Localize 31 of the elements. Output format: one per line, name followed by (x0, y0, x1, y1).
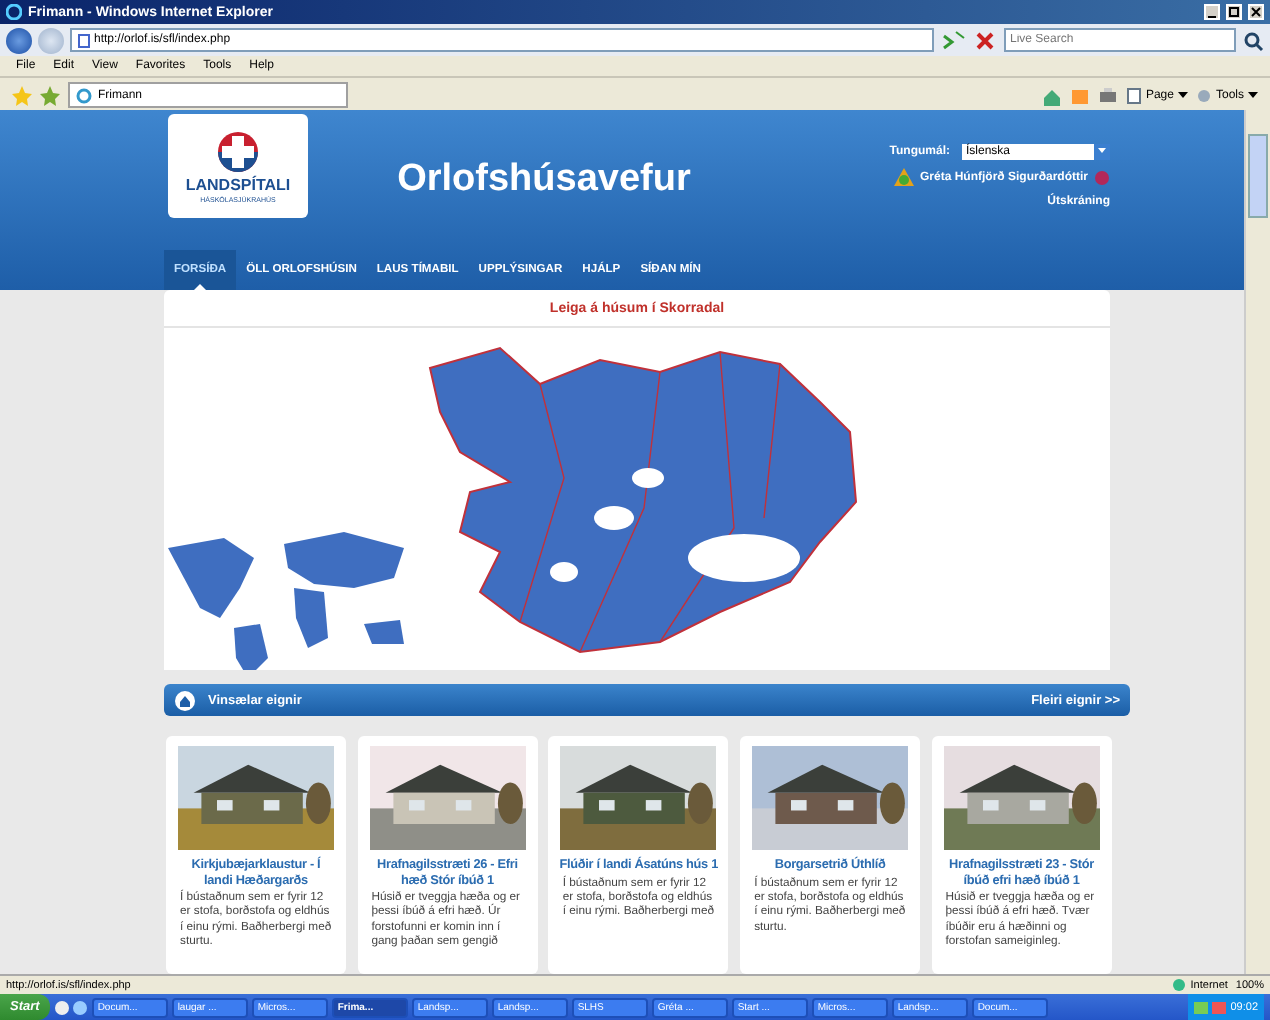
ie-logo-icon (6, 4, 22, 20)
home-icon (174, 689, 196, 711)
logo-name: LANDSPÍTALI (185, 175, 291, 193)
scrollbar[interactable] (1244, 110, 1270, 974)
caret-icon (1177, 90, 1188, 100)
gear-icon (1195, 87, 1212, 103)
close-icon (1250, 6, 1262, 18)
maximize-button[interactable] (1226, 4, 1242, 20)
site-title: Orlofshúsavefur (395, 156, 693, 204)
home-icon[interactable] (1041, 85, 1062, 105)
star-icon[interactable] (12, 85, 32, 105)
search-icon[interactable] (1242, 29, 1264, 51)
page-icon (1125, 87, 1142, 103)
globe-icon (1172, 978, 1187, 992)
ie-logo-icon (76, 87, 92, 103)
status-icon (1094, 170, 1110, 186)
maximize-icon (1228, 6, 1240, 18)
user-icon (894, 168, 914, 188)
tray-icon (1194, 999, 1227, 1015)
quick-launch-icon[interactable] (53, 997, 88, 1017)
stop-icon[interactable] (972, 27, 998, 53)
printer-icon[interactable] (1097, 85, 1118, 105)
iceland-map-drawing[interactable] (428, 346, 858, 654)
add-favorite-icon[interactable] (40, 85, 60, 105)
back-button[interactable] (6, 27, 32, 53)
cross-logo-icon (216, 129, 260, 173)
caret-icon (1248, 90, 1258, 100)
close-button[interactable] (1248, 4, 1264, 20)
minimize-button[interactable] (1204, 4, 1220, 20)
page-icon (78, 33, 90, 47)
caret-icon[interactable] (1096, 144, 1108, 156)
